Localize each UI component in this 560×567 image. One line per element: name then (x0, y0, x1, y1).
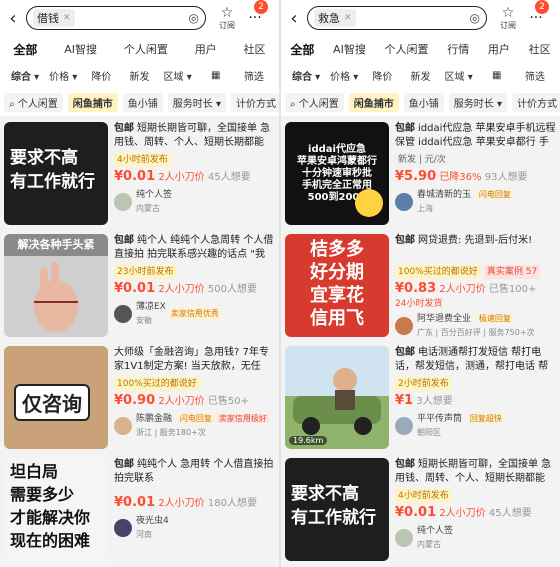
quick-filters: ⌕ 个人闲置 闲鱼捕市 鱼小铺 服务时长 ▾ 计价方式 ▾ (281, 88, 560, 116)
item-image[interactable]: 仅咨询 (4, 346, 108, 449)
tab-all[interactable]: 全部 (13, 41, 37, 58)
more-button[interactable]: ··· 2 (525, 0, 549, 26)
item-image[interactable]: 要求不高 有工作就行 (285, 458, 389, 561)
search-chip[interactable]: 借钱 ✕ (33, 9, 75, 27)
filter-sort[interactable]: 综合 ▾ (6, 68, 44, 83)
subscribe-button[interactable]: ☆ 订阅 (210, 6, 244, 31)
star-icon: ☆ (501, 4, 515, 21)
top-bar: ‹ 救急 ✕ ◎ ☆ 订阅 ··· 2 (281, 0, 560, 36)
list-item[interactable]: 要求不高 有工作就行 包邮 短期长期皆可聊，全国接单 急用钱、周转、个人、短期长期… (281, 458, 560, 564)
subscribe-button[interactable]: ☆ 订阅 (491, 6, 525, 31)
tab-all[interactable]: 全部 (290, 41, 314, 58)
tab-personal-idle[interactable]: 个人闲置 (385, 41, 429, 57)
pill-personal-idle[interactable]: ⌕ 个人闲置 (4, 92, 63, 112)
clear-icon[interactable]: ✕ (344, 13, 352, 23)
hand-illustration (34, 262, 78, 332)
item-image[interactable]: 要求不高 有工作就行 (4, 122, 108, 225)
filter-new[interactable]: 新发 (401, 68, 439, 83)
clear-icon[interactable]: ✕ (63, 13, 71, 23)
search-box[interactable]: 救急 ✕ ◎ (307, 6, 487, 30)
pill-shop[interactable]: 鱼小铺 (403, 92, 444, 112)
list-item[interactable]: 要求不高 有工作就行 包邮 短期长期皆可聊，全国接单 急用钱、周转、个人、短期长期… (0, 122, 279, 228)
camera-icon[interactable]: ◎ (470, 11, 480, 25)
grid-icon[interactable]: ▦ (478, 70, 516, 81)
right-panel: ‹ 救急 ✕ ◎ ☆ 订阅 ··· 2 全部 AI智搜 个人闲置 行情 用户 社区 综… (281, 0, 560, 567)
top-bar: ‹ 借钱 ✕ ◎ ☆ 订阅 ··· 2 (0, 0, 279, 36)
list-item[interactable]: 19.6km 包邮 电话测通帮打发短信 帮打电话，帮发短信，测通，帮打电话 帮 2… (281, 346, 560, 452)
search-box[interactable]: 借钱 ✕ ◎ (26, 6, 206, 30)
left-panel: ‹ 借钱 ✕ ◎ ☆ 订阅 ··· 2 全部 AI智搜 个人闲置 用户 社区 综合 ▾… (0, 0, 279, 567)
filter-region[interactable]: 区域 ▾ (440, 68, 478, 83)
filter-bar: 综合 ▾ 价格 ▾ 降价 新发 区域 ▾ ▦ 筛选 (281, 62, 560, 88)
filter-price[interactable]: 价格 ▾ (325, 68, 363, 83)
filter-price-drop[interactable]: 降价 (363, 68, 401, 83)
list-item[interactable]: iddai代应急 苹果安卓鸿蒙都行 十分钟速审秒批 手机完全正常用 500到20… (281, 122, 560, 228)
tab-users[interactable]: 用户 (488, 41, 510, 57)
tab-ai-search[interactable]: AI智搜 (64, 41, 97, 57)
notification-badge: 2 (254, 0, 268, 14)
tab-ai-search[interactable]: AI智搜 (333, 41, 366, 57)
filter-region[interactable]: 区域 ▾ (159, 68, 197, 83)
item-image[interactable]: 解决各种手头紧 (4, 234, 108, 337)
item-image[interactable]: 桔多多 好分期 宜享花 信用飞 (285, 234, 389, 337)
grid-icon[interactable]: ▦ (197, 70, 235, 81)
result-list: 要求不高 有工作就行 包邮 短期长期皆可聊，全国接单 急用钱、周转、个人、短期长期… (0, 116, 279, 564)
item-image[interactable]: 坦白局 需要多少 才能解决你 现在的困难 (4, 458, 108, 561)
tab-personal-idle[interactable]: 个人闲置 (124, 41, 168, 57)
pill-duration[interactable]: 服务时长 ▾ (448, 92, 507, 112)
search-chip[interactable]: 救急 ✕ (314, 9, 356, 27)
pill-personal-idle[interactable]: ⌕ 个人闲置 (285, 92, 344, 112)
item-image[interactable]: 19.6km (285, 346, 389, 449)
back-icon[interactable]: ‹ (4, 8, 22, 29)
screen: ‹ 借钱 ✕ ◎ ☆ 订阅 ··· 2 全部 AI智搜 个人闲置 用户 社区 综合 ▾… (0, 0, 560, 567)
camera-icon[interactable]: ◎ (189, 11, 199, 25)
list-item[interactable]: 解决各种手头紧 包邮 纯个人 纯纯个人急周转 个人借直接拍 拍完联系感兴趣的话点 … (0, 234, 279, 340)
item-image[interactable]: iddai代应急 苹果安卓鸿蒙都行 十分钟速审秒批 手机完全正常用 500到20… (285, 122, 389, 225)
pill-duration[interactable]: 服务时长 ▾ (167, 92, 226, 112)
list-item[interactable]: 仅咨询 大师级「金融咨询」急用钱? 7年专家1V1制定方案! 当天放款，无任 1… (0, 346, 279, 452)
category-tabs: 全部 AI智搜 个人闲置 用户 社区 (0, 36, 279, 62)
filter-bar: 综合 ▾ 价格 ▾ 降价 新发 区域 ▾ ▦ 筛选 (0, 62, 279, 88)
result-list: iddai代应急 苹果安卓鸿蒙都行 十分钟速审秒批 手机完全正常用 500到20… (281, 116, 560, 564)
tab-market[interactable]: 行情 (447, 41, 469, 57)
filter-button[interactable]: 筛选 (516, 68, 554, 83)
notification-badge: 2 (535, 0, 549, 14)
star-icon: ☆ (220, 4, 234, 21)
filter-sort[interactable]: 综合 ▾ (287, 68, 325, 83)
list-item[interactable]: 桔多多 好分期 宜享花 信用飞 包邮 网贷退费: 先退到-后付米! 100%买过的… (281, 234, 560, 340)
tab-community[interactable]: 社区 (244, 41, 266, 57)
filter-new[interactable]: 新发 (120, 68, 158, 83)
filter-price-drop[interactable]: 降价 (82, 68, 120, 83)
filter-price[interactable]: 价格 ▾ (44, 68, 82, 83)
tab-users[interactable]: 用户 (195, 41, 217, 57)
pill-shop[interactable]: 鱼小铺 (122, 92, 163, 112)
car-illustration (285, 346, 389, 435)
more-button[interactable]: ··· 2 (244, 0, 268, 26)
list-item[interactable]: 坦白局 需要多少 才能解决你 现在的困难 包邮 纯纯个人 急用转 个人借直接拍 拍… (0, 458, 279, 564)
back-icon[interactable]: ‹ (285, 8, 303, 29)
emoji-icon (355, 189, 383, 217)
pill-pricing[interactable]: 计价方式 ▾ (230, 92, 279, 112)
category-tabs: 全部 AI智搜 个人闲置 行情 用户 社区 (281, 36, 560, 62)
pill-market[interactable]: 闲鱼捕市 (348, 92, 399, 112)
filter-button[interactable]: 筛选 (235, 68, 273, 83)
pill-market[interactable]: 闲鱼捕市 (67, 92, 118, 112)
quick-filters: ⌕ 个人闲置 闲鱼捕市 鱼小铺 服务时长 ▾ 计价方式 ▾ (0, 88, 279, 116)
pill-pricing[interactable]: 计价方式 ▾ (511, 92, 560, 112)
avatar (114, 193, 132, 211)
tab-community[interactable]: 社区 (529, 41, 551, 57)
